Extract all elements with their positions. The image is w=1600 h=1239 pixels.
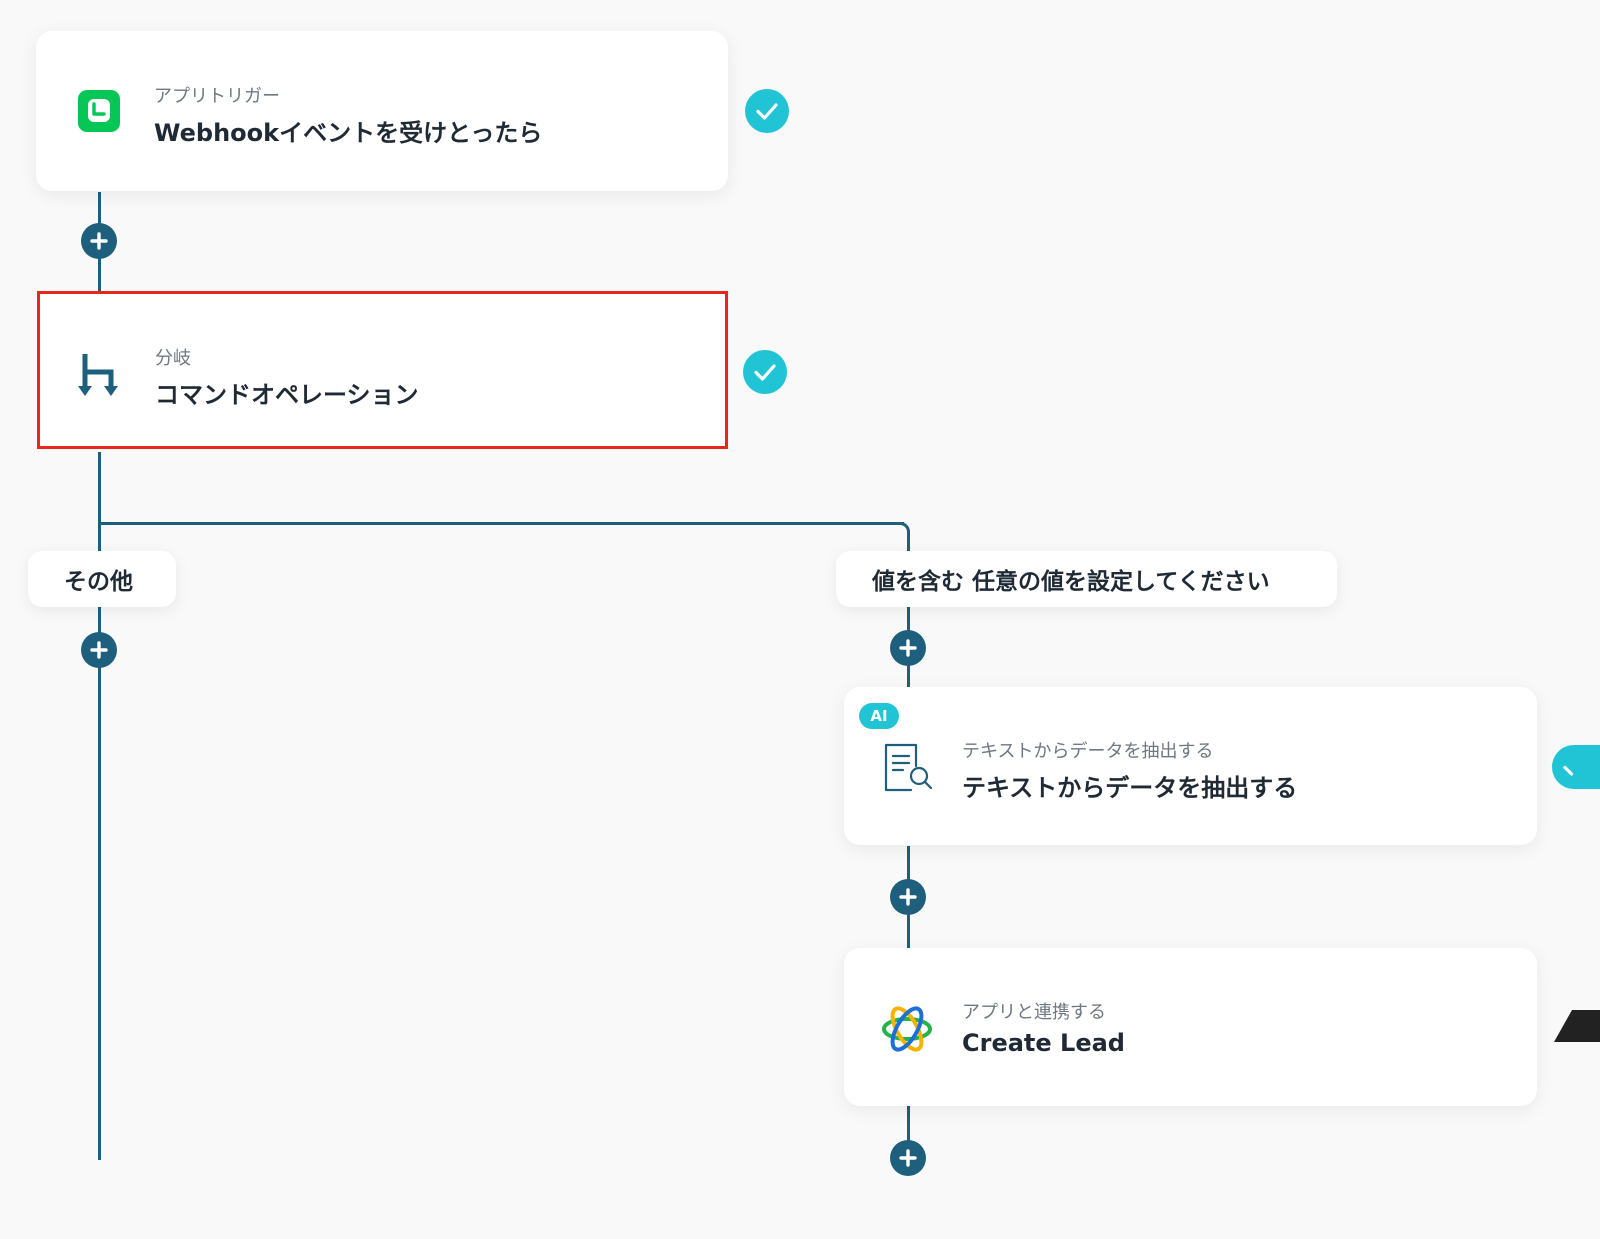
trigger-subtitle: アプリトリガー (154, 86, 280, 107)
trigger-title: Webhookイベントを受けとったら (154, 119, 543, 147)
add-step-button[interactable] (890, 879, 926, 915)
add-step-button[interactable] (81, 223, 117, 259)
branch-card[interactable]: 分岐 コマンドオペレーション (37, 291, 728, 449)
warning-icon (1554, 1010, 1600, 1042)
extract-title: テキストからデータを抽出する (962, 774, 1298, 802)
connector-line (907, 532, 910, 552)
add-step-button[interactable] (81, 632, 117, 668)
document-search-icon (883, 742, 935, 798)
flow-canvas: アプリトリガー Webhookイベントを受けとったら 分岐 コマンドオペレーショ… (0, 0, 1600, 1239)
branch-check-icon (743, 350, 787, 394)
extract-card[interactable]: AI テキストからデータを抽出する テキストからデータを抽出する (844, 687, 1537, 845)
create-lead-title: Create Lead (962, 1029, 1125, 1057)
create-lead-subtitle: アプリと連携する (962, 1002, 1106, 1023)
atom-app-icon (881, 1003, 933, 1059)
create-lead-card[interactable]: アプリと連携する Create Lead (844, 948, 1537, 1106)
branch-title: コマンドオペレーション (155, 381, 419, 409)
branch-label-other[interactable]: その他 (28, 551, 176, 607)
branch-subtitle: 分岐 (155, 348, 191, 369)
trigger-check-icon (745, 89, 789, 133)
branch-icon (77, 350, 125, 402)
ai-badge: AI (859, 703, 899, 729)
line-app-icon (78, 90, 120, 136)
extract-subtitle: テキストからデータを抽出する (962, 741, 1214, 762)
connector-line (98, 522, 904, 525)
add-step-button[interactable] (890, 630, 926, 666)
trigger-card[interactable]: アプリトリガー Webhookイベントを受けとったら (36, 31, 728, 191)
add-step-button[interactable] (890, 1140, 926, 1176)
branch-label-condition[interactable]: 値を含む 任意の値を設定してください (836, 551, 1337, 607)
extract-check-icon (1552, 745, 1600, 789)
